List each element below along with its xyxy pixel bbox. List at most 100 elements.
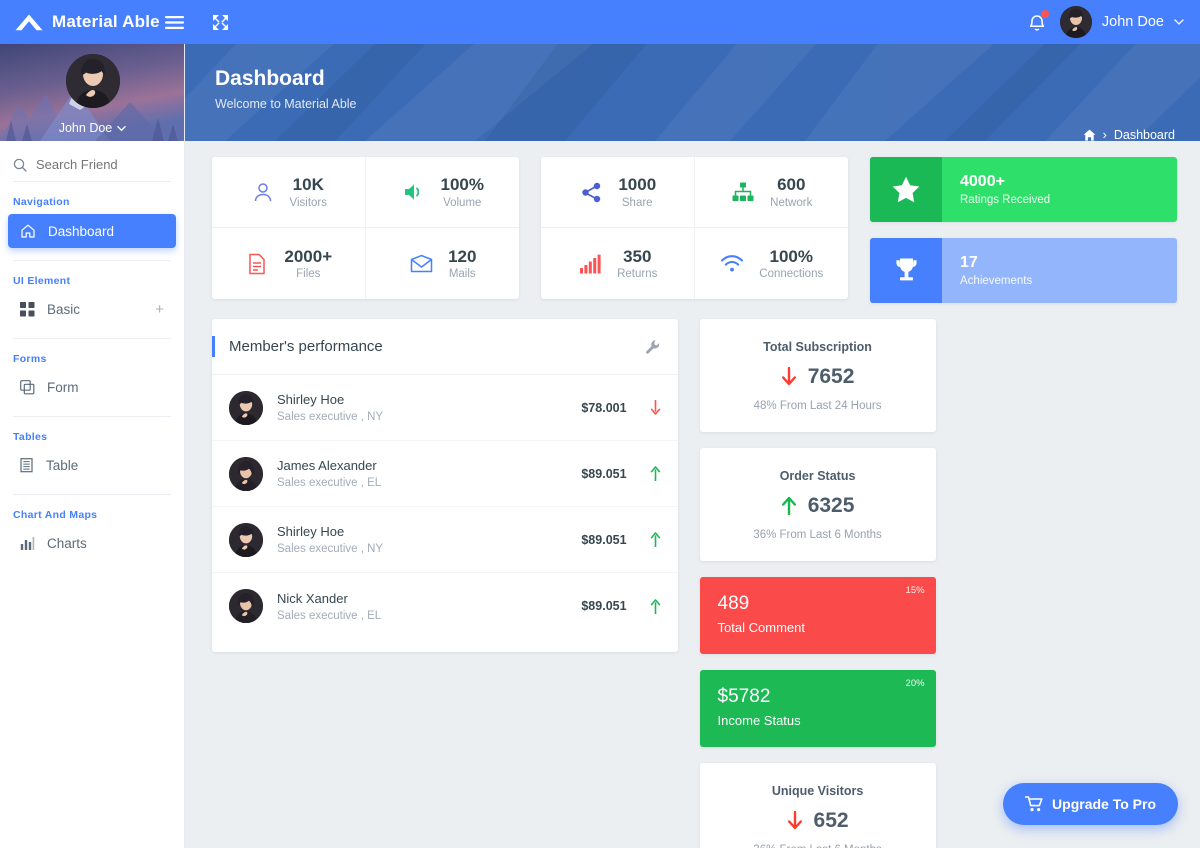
- member-name: Shirley Hoe: [277, 524, 345, 539]
- metric-card-unique-visitors[interactable]: Unique Visitors 652 36% From Last 6 Mont…: [699, 763, 936, 848]
- sidebar-item-form[interactable]: Form: [8, 371, 176, 404]
- cart-icon: [1025, 796, 1043, 812]
- arrow-up-icon: [781, 496, 796, 515]
- nav-caption-navigation: Navigation: [13, 196, 70, 208]
- performance-card-header: Member's performance: [212, 319, 678, 375]
- wifi-icon: [719, 251, 745, 277]
- search-friend-row[interactable]: [13, 157, 171, 182]
- performance-card-title: Member's performance: [229, 338, 383, 355]
- member-name: James Alexander: [277, 458, 377, 473]
- page-subtitle: Welcome to Material Able: [215, 97, 357, 111]
- stat-cell-network[interactable]: 600 Network: [694, 157, 848, 228]
- star-icon: [870, 157, 942, 222]
- middle-row: Member's performance Shirley Hoe Sales e…: [212, 319, 1185, 848]
- metric-card-total-comment[interactable]: 15% 489 Total Comment: [699, 577, 936, 654]
- metrics-grid: Total Subscription 7652 48% From Last 24…: [699, 319, 1185, 848]
- chevron-down-icon: [117, 125, 127, 131]
- metric-note: 36% From Last 6 Months: [753, 528, 882, 541]
- member-role: Sales executive , NY: [277, 411, 384, 423]
- metric-title: Unique Visitors: [771, 783, 864, 798]
- signal-icon: [577, 251, 603, 277]
- table-row[interactable]: Nick Xander Sales executive , EL $89.051: [212, 573, 678, 639]
- stat-cell-mails[interactable]: 120 Mails: [366, 228, 520, 299]
- stat-cell-files[interactable]: 2000+ Files: [212, 228, 366, 299]
- expand-plus-icon[interactable]: +: [155, 302, 164, 317]
- brand-name: Material Able: [52, 12, 160, 31]
- metric-card-order-status[interactable]: Order Status 6325 36% From Last 6 Months: [699, 448, 936, 561]
- sidebar-profile-name-row[interactable]: John Doe: [0, 121, 184, 135]
- top-navbar: Material Able John Doe: [0, 0, 1200, 44]
- grid-icon: [20, 302, 35, 317]
- user-icon: [250, 179, 276, 205]
- breadcrumb-current[interactable]: Dashboard: [1114, 128, 1175, 141]
- nav-caption-tables: Tables: [13, 431, 48, 443]
- stat-cell-connections[interactable]: 100% Connections: [695, 228, 849, 299]
- wrench-icon[interactable]: [645, 339, 661, 355]
- members-performance-card: Member's performance Shirley Hoe Sales e…: [212, 319, 678, 652]
- table-icon: [20, 458, 33, 473]
- sidebar-item-basic[interactable]: Basic +: [8, 293, 176, 326]
- table-row[interactable]: Shirley Hoe Sales executive , NY $89.051: [212, 507, 678, 573]
- stat-label: Mails: [448, 268, 476, 281]
- sidebar-item-table[interactable]: Table: [8, 449, 176, 482]
- hamburger-icon[interactable]: [157, 5, 191, 39]
- stat-cell-returns[interactable]: 350 Returns: [541, 228, 695, 299]
- metric-title: Total Subscription: [763, 339, 872, 354]
- sidebar-item-label: Basic: [47, 302, 81, 317]
- breadcrumb: › Dashboard: [1083, 128, 1175, 141]
- accent-bar: [212, 336, 215, 357]
- search-input[interactable]: [36, 157, 166, 172]
- promo-label: Ratings Received: [960, 194, 1051, 206]
- stat-cell-volume[interactable]: 100% Volume: [365, 157, 519, 228]
- stat-label: Returns: [617, 268, 658, 281]
- home-icon[interactable]: [1083, 129, 1096, 141]
- avatar: [229, 589, 263, 623]
- sidebar-profile-banner: John Doe: [0, 44, 184, 141]
- sitemap-icon: [730, 179, 756, 205]
- stat-card-group-2: 1000 Share 600 Network 350 Returns 100% …: [541, 157, 848, 299]
- share-icon: [578, 179, 604, 205]
- sidebar-item-charts[interactable]: Charts: [8, 527, 176, 560]
- stat-cell-share[interactable]: 1000 Share: [541, 157, 695, 228]
- stat-value: 100%: [769, 246, 813, 266]
- promo-card-achievements[interactable]: 17 Achievements: [870, 238, 1177, 303]
- expand-arrows-icon[interactable]: [203, 5, 237, 39]
- upgrade-to-pro-button[interactable]: Upgrade To Pro: [1003, 783, 1178, 825]
- sidebar-item-dashboard[interactable]: Dashboard: [8, 214, 176, 248]
- promo-label: Achievements: [960, 275, 1033, 287]
- metric-label: Income Status: [717, 713, 801, 728]
- brand-logo-icon: [15, 14, 43, 31]
- metric-label: Total Comment: [717, 620, 805, 635]
- stat-value: 10K: [292, 175, 324, 195]
- home-icon: [21, 224, 35, 238]
- search-icon: [13, 158, 27, 172]
- chevron-down-icon[interactable]: [1174, 17, 1184, 27]
- upgrade-label: Upgrade To Pro: [1052, 796, 1156, 812]
- member-amount: $89.051: [581, 466, 627, 481]
- table-row[interactable]: James Alexander Sales executive , EL $89…: [212, 441, 678, 507]
- metric-card-total-subscription[interactable]: Total Subscription 7652 48% From Last 24…: [699, 319, 936, 432]
- stat-value: 120: [448, 246, 477, 266]
- table-row[interactable]: Shirley Hoe Sales executive , NY $78.001: [212, 375, 678, 441]
- nav-caption-ui-element: UI Element: [13, 275, 71, 287]
- navbar-avatar[interactable]: [1059, 6, 1092, 38]
- promo-value: 17: [960, 254, 978, 271]
- metric-value: 6325: [807, 493, 855, 517]
- page-header-banner: Dashboard Welcome to Material Able › Das…: [185, 44, 1200, 141]
- metric-value: 7652: [807, 364, 855, 388]
- stat-value: 100%: [440, 175, 484, 195]
- metric-percent: 20%: [905, 678, 925, 689]
- arrow-down-icon: [787, 811, 802, 830]
- avatar: [229, 456, 263, 491]
- sidebar-item-label: Table: [46, 458, 79, 473]
- metric-note: 36% From Last 6 Months: [753, 844, 881, 848]
- metric-card-income-status[interactable]: 20% $5782 Income Status: [699, 670, 936, 747]
- stat-cell-visitors[interactable]: 10K Visitors: [212, 157, 366, 228]
- member-role: Sales executive , EL: [277, 609, 382, 622]
- stat-value: 1000: [618, 175, 657, 195]
- long-arrow-up-icon: [650, 598, 660, 614]
- bell-icon[interactable]: [1024, 9, 1050, 35]
- sidebar-avatar[interactable]: [65, 54, 120, 108]
- promo-card-ratings[interactable]: 4000+ Ratings Received: [870, 157, 1177, 222]
- member-role: Sales executive , EL: [277, 477, 382, 489]
